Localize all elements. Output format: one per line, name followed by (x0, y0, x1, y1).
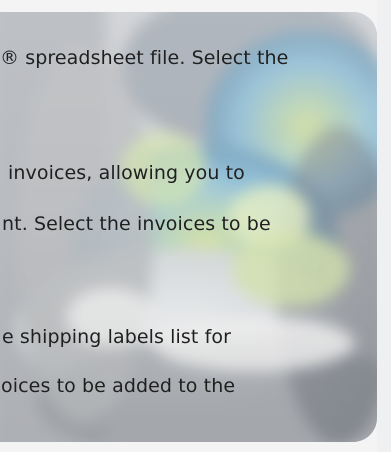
image-overlay (0, 12, 377, 442)
background-image-panel (0, 12, 377, 442)
right-edge-gutter (377, 0, 391, 452)
screenshot-stage: ® spreadsheet file. Select the invoices,… (0, 0, 391, 452)
